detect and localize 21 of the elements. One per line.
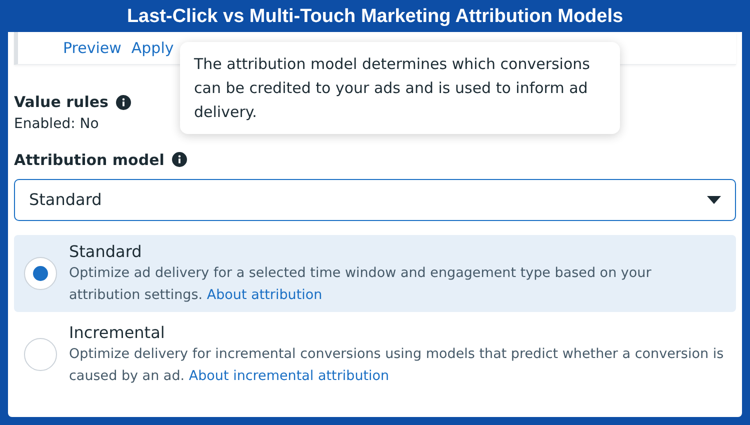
link[interactable]: Apply bbox=[131, 36, 174, 60]
info-icon[interactable] bbox=[116, 94, 132, 110]
tooltip: The attribution model determines which conversions can be credited to your ads and is used to inform ad delivery. bbox=[180, 42, 620, 134]
banner-title: Last-Click vs Multi-Touch Marketing Attribution Models bbox=[126, 5, 624, 29]
option-title: Standard bbox=[69, 241, 143, 262]
link[interactable]: About incremental attribution bbox=[188, 368, 390, 384]
link[interactable]: About attribution bbox=[206, 287, 322, 303]
radio-button[interactable] bbox=[24, 257, 57, 290]
info-icon[interactable] bbox=[172, 152, 188, 168]
option-description: Optimize ad delivery for a selected time window and engagement type based on your attribution settings. About attribution bbox=[69, 264, 652, 305]
option-row[interactable]: Standard Optimize ad delivery for a selected time window and engagement type based on your attribution settings. About attribution bbox=[14, 235, 736, 312]
field-label: Value rules bbox=[14, 92, 108, 113]
option-description: Optimize delivery for incremental conversions using models that predict whether a conversion is caused by an ad. About incremental attribution bbox=[69, 345, 725, 386]
option-row[interactable]: Incremental Optimize delivery for incremental conversions using models that predict whether a conversion is caused by an ad. About incremental attribution bbox=[14, 316, 736, 393]
option-title: Incremental bbox=[69, 322, 166, 343]
radio-button[interactable] bbox=[24, 338, 57, 371]
caret-icon bbox=[707, 196, 721, 204]
field-label: Attribution model bbox=[14, 150, 164, 170]
field-value: Enabled: No bbox=[14, 114, 100, 134]
link[interactable]: Preview bbox=[63, 36, 122, 60]
attribution-select[interactable]: Standard bbox=[14, 179, 736, 221]
